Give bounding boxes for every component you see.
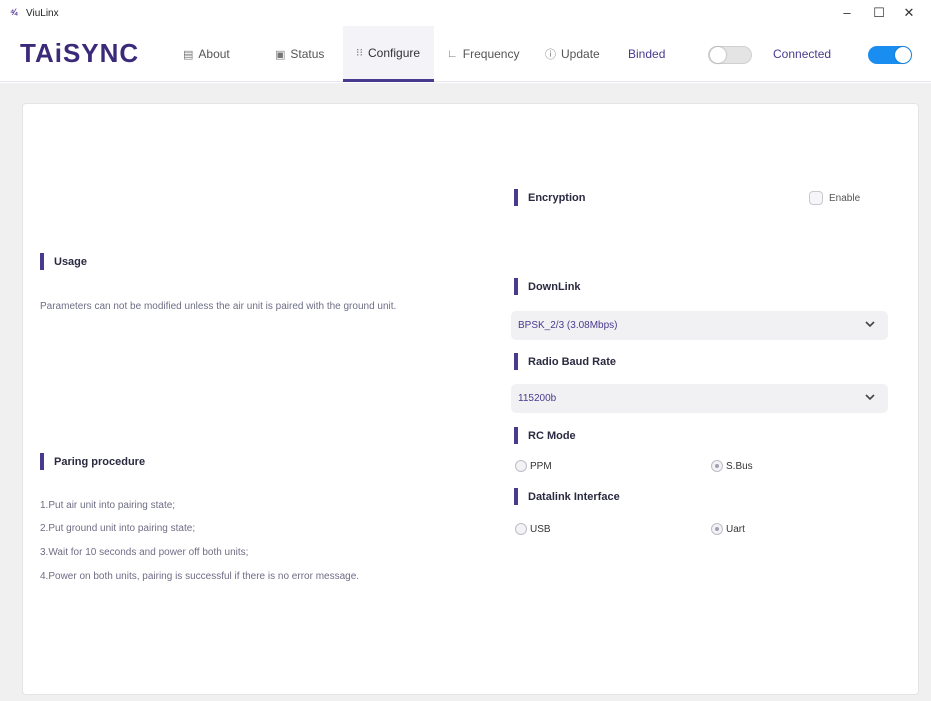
chart-icon: ∟ — [447, 48, 458, 60]
datalink-uart-label: Uart — [726, 523, 745, 535]
tab-status[interactable]: ▣ Status — [275, 26, 343, 82]
binded-label: Binded — [628, 47, 666, 61]
heading-accent-bar — [40, 253, 44, 270]
pairing-step: 3.Wait for 10 seconds and power off both… — [40, 547, 249, 558]
baud-title: Radio Baud Rate — [528, 355, 617, 368]
pairing-step: 2.Put ground unit into pairing state; — [40, 523, 196, 534]
radio-circle — [515, 460, 527, 472]
rc-mode-sbus-label: S.Bus — [726, 460, 753, 472]
usage-text: Parameters can not be modified unless th… — [40, 301, 397, 312]
pairing-title: Paring procedure — [54, 455, 146, 468]
update-icon: ⓘ — [545, 49, 556, 61]
encryption-heading: Encryption — [514, 189, 585, 206]
connected-toggle[interactable] — [868, 46, 912, 64]
rc-mode-ppm-label: PPM — [530, 460, 552, 472]
encryption-title: Encryption — [528, 191, 586, 204]
rc-mode-ppm-radio[interactable]: PPM — [515, 460, 552, 472]
heading-accent-bar — [40, 453, 44, 470]
datalink-usb-label: USB — [530, 523, 551, 535]
status-icon: ▣ — [275, 48, 286, 61]
sliders-icon: ⁝⁝ — [356, 47, 363, 59]
heading-accent-bar — [514, 488, 518, 505]
chevron-down-icon — [865, 394, 875, 401]
radio-circle — [515, 523, 527, 535]
toggle-knob — [895, 47, 911, 63]
pairing-step: 1.Put air unit into pairing state; — [40, 500, 176, 511]
baud-heading: Radio Baud Rate — [514, 353, 616, 370]
tab-status-label: Status — [290, 47, 325, 61]
heading-accent-bar — [514, 353, 518, 370]
heading-accent-bar — [514, 189, 518, 206]
tab-update-label: Update — [561, 47, 600, 61]
content-area: Usage Parameters can not be modified unl… — [0, 83, 931, 701]
toggle-knob — [710, 47, 726, 63]
rc-mode-heading: RC Mode — [514, 427, 576, 444]
about-icon: ▤ — [183, 48, 194, 61]
heading-accent-bar — [514, 427, 518, 444]
window-title: ViuLinx — [26, 8, 59, 19]
top-nav: TAiSYNC ▤ About ▣ Status ⁝⁝ Configure ∟ … — [0, 26, 931, 82]
taisync-logo: TAiSYNC — [20, 38, 140, 68]
tab-about-label: About — [198, 47, 230, 61]
pairing-step: 4.Power on both units, pairing is succes… — [40, 571, 360, 582]
maximize-icon[interactable]: ☐ — [869, 5, 889, 21]
datalink-uart-radio[interactable]: Uart — [711, 523, 745, 535]
tab-update[interactable]: ⓘ Update — [545, 26, 615, 82]
checkbox-box — [809, 191, 823, 205]
radio-circle — [711, 460, 723, 472]
minimize-icon[interactable]: – — [837, 5, 857, 21]
chevron-down-icon — [865, 321, 875, 328]
close-icon[interactable]: ✕ — [899, 5, 919, 21]
datalink-usb-radio[interactable]: USB — [515, 523, 551, 535]
tab-about[interactable]: ▤ About — [183, 26, 255, 82]
radio-circle — [711, 523, 723, 535]
tab-configure-label: Configure — [368, 45, 421, 60]
usage-title: Usage — [54, 255, 88, 268]
viulinx-logo-icon: ⁴⁄₄ — [10, 7, 18, 17]
tab-frequency-label: Frequency — [462, 47, 520, 61]
heading-accent-bar — [514, 278, 518, 295]
connected-label: Connected — [773, 47, 832, 61]
encryption-enable-checkbox[interactable]: Enable — [809, 191, 860, 205]
baud-rate-select[interactable]: 115200b — [511, 384, 888, 413]
downlink-heading: DownLink — [514, 278, 581, 295]
configure-card: Usage Parameters can not be modified unl… — [22, 103, 919, 695]
rc-mode-sbus-radio[interactable]: S.Bus — [711, 460, 753, 472]
usage-heading: Usage — [40, 253, 87, 270]
title-bar: ⁴⁄₄ ViuLinx – ☐ ✕ — [0, 0, 931, 26]
tab-frequency[interactable]: ∟ Frequency — [447, 26, 532, 82]
datalink-heading: Datalink Interface — [514, 488, 620, 505]
downlink-select[interactable]: BPSK_2/3 (3.08Mbps) — [511, 311, 888, 340]
rc-mode-title: RC Mode — [528, 429, 576, 442]
tab-configure[interactable]: ⁝⁝ Configure — [343, 26, 434, 82]
encryption-enable-label: Enable — [829, 192, 861, 204]
baud-rate-value: 115200b — [518, 393, 557, 404]
downlink-title: DownLink — [528, 280, 581, 293]
pairing-heading: Paring procedure — [40, 453, 145, 470]
datalink-title: Datalink Interface — [528, 490, 620, 503]
binded-toggle[interactable] — [708, 46, 752, 64]
downlink-value: BPSK_2/3 (3.08Mbps) — [518, 320, 618, 331]
